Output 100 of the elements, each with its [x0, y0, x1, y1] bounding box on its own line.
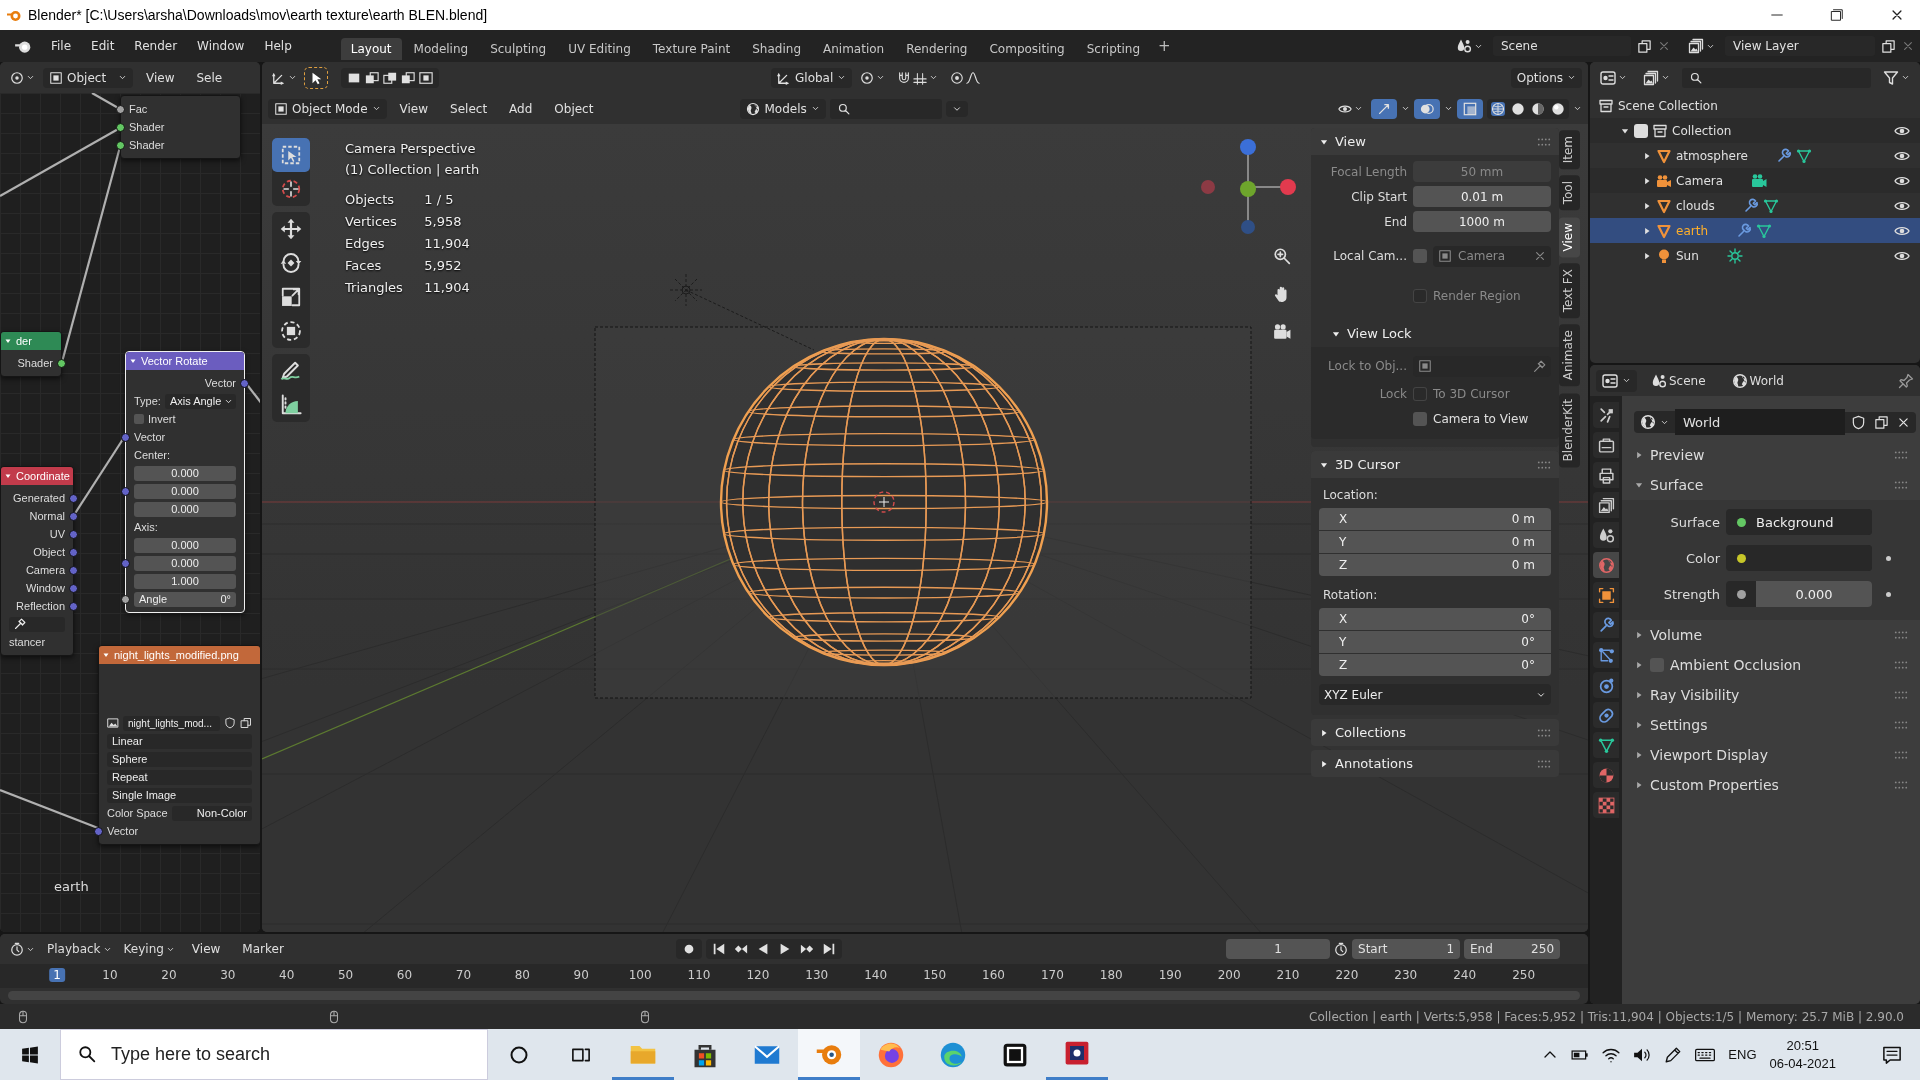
- number-field[interactable]: 0.000: [134, 537, 236, 553]
- panel-header[interactable]: Ray Visibility: [1626, 680, 1916, 710]
- frame-number[interactable]: 240: [1449, 968, 1481, 983]
- frame-number[interactable]: 220: [1331, 968, 1363, 983]
- panel-header[interactable]: Surface: [1626, 470, 1916, 500]
- panel-header[interactable]: Settings: [1626, 710, 1916, 740]
- breadcrumb-item[interactable]: World: [1749, 373, 1784, 388]
- workspace-tab[interactable]: Animation: [813, 38, 895, 60]
- dropdown[interactable]: XYZ Euler: [1319, 684, 1551, 705]
- number-field[interactable]: 1000 m: [1413, 211, 1551, 232]
- outliner-row[interactable]: Camera: [1590, 168, 1920, 193]
- sidebar-tab[interactable]: Item: [1559, 130, 1580, 170]
- breadcrumb-item[interactable]: Scene: [1669, 373, 1706, 388]
- menu-item[interactable]: File: [42, 36, 81, 56]
- outliner-row[interactable]: Sun: [1590, 243, 1920, 268]
- end-frame-field[interactable]: End 250: [1464, 939, 1560, 960]
- number-field[interactable]: Z 0°: [1319, 654, 1551, 676]
- frame-number[interactable]: 20: [157, 968, 181, 983]
- menu-item[interactable]: Window: [188, 36, 254, 56]
- panel-header[interactable]: Ambient Occlusion: [1626, 650, 1916, 680]
- menu-item[interactable]: Marker: [233, 939, 293, 960]
- panel-header[interactable]: View: [1311, 128, 1559, 155]
- number-field[interactable]: 0.01 m: [1413, 186, 1551, 207]
- number-field[interactable]: 0.000: [134, 555, 236, 571]
- menu-item[interactable]: Object: [545, 98, 603, 119]
- frame-number[interactable]: 200: [1213, 968, 1245, 983]
- number-field[interactable]: X 0°: [1319, 608, 1551, 630]
- menu-item[interactable]: Render: [125, 36, 187, 56]
- frame-number[interactable]: 40: [275, 968, 299, 983]
- menu-item[interactable]: Add: [500, 98, 542, 119]
- object-field[interactable]: Camera: [1433, 245, 1551, 267]
- frame-number[interactable]: 1: [49, 968, 65, 983]
- node-header[interactable]: night_lights_modified.png: [99, 646, 260, 664]
- mode-dropdown[interactable]: Object Mode: [268, 98, 387, 119]
- frame-number[interactable]: 140: [860, 968, 892, 983]
- dropdown[interactable]: Sphere: [107, 751, 252, 767]
- frame-number[interactable]: 50: [333, 968, 358, 983]
- workspace-tab[interactable]: Scripting: [1076, 38, 1151, 60]
- outliner-row[interactable]: earth: [1590, 218, 1920, 243]
- image-field[interactable]: night_lights_mod...: [123, 715, 220, 731]
- menu-item[interactable]: Edit: [82, 36, 124, 56]
- menu-item[interactable]: Help: [255, 36, 301, 56]
- frame-number[interactable]: 170: [1036, 968, 1068, 983]
- panel-header[interactable]: Volume: [1626, 620, 1916, 650]
- dropdown[interactable]: Axis Angle: [164, 393, 236, 409]
- number-field[interactable]: Y 0°: [1319, 631, 1551, 653]
- menu-item[interactable]: Sele: [187, 67, 232, 88]
- workspace-tab[interactable]: Sculpting: [480, 38, 557, 60]
- outliner-row[interactable]: Collection: [1590, 118, 1920, 143]
- view-layer-field[interactable]: View Layer: [1725, 36, 1875, 56]
- number-field[interactable]: 0.000: [134, 465, 236, 481]
- outliner-row[interactable]: atmosphere: [1590, 143, 1920, 168]
- sidebar-tab[interactable]: View: [1559, 216, 1580, 258]
- dropdown[interactable]: Single Image: [107, 787, 252, 803]
- menu-item[interactable]: View: [182, 939, 230, 960]
- search-field[interactable]: Type here to search: [60, 1029, 488, 1080]
- scene-field[interactable]: Scene: [1493, 36, 1631, 56]
- workspace-tab[interactable]: Rendering: [896, 38, 978, 60]
- filter-dropdown[interactable]: Models: [740, 98, 826, 119]
- sidebar-tab[interactable]: Animate: [1559, 324, 1580, 387]
- frame-number[interactable]: 60: [392, 968, 417, 983]
- outliner-row[interactable]: clouds: [1590, 193, 1920, 218]
- frame-number[interactable]: 30: [216, 968, 240, 983]
- node-header[interactable]: Coordinate: [1, 467, 73, 485]
- node-header[interactable]: der: [1, 332, 61, 350]
- shader-link-field[interactable]: Background: [1726, 509, 1872, 535]
- sidebar-tab[interactable]: BlenderKit: [1559, 392, 1580, 468]
- frame-number[interactable]: 110: [683, 968, 715, 983]
- frame-number[interactable]: 70: [451, 968, 476, 983]
- language-indicator[interactable]: ENG: [1728, 1047, 1757, 1062]
- dropdown[interactable]: Repeat: [107, 769, 252, 785]
- workspace-tab[interactable]: Compositing: [979, 38, 1075, 60]
- start-frame-field[interactable]: Start 1: [1352, 939, 1460, 960]
- panel-header[interactable]: Annotations: [1311, 750, 1559, 777]
- frame-number[interactable]: 210: [1272, 968, 1304, 983]
- outliner-row[interactable]: Scene Collection: [1590, 93, 1920, 118]
- panel-header[interactable]: Collections: [1311, 719, 1559, 746]
- frame-number[interactable]: 180: [1095, 968, 1127, 983]
- workspace-tab[interactable]: Layout: [340, 38, 402, 60]
- panel-header[interactable]: Viewport Display: [1626, 740, 1916, 770]
- subpanel-header[interactable]: View Lock: [1311, 320, 1559, 347]
- menu-dropdown[interactable]: Keying: [119, 939, 179, 960]
- orientation-dropdown[interactable]: Global: [771, 67, 853, 88]
- shader-type-dropdown[interactable]: Object: [43, 67, 133, 88]
- workspace-tab[interactable]: UV Editing: [558, 38, 641, 60]
- frame-number[interactable]: 160: [978, 968, 1009, 983]
- sidebar-tab[interactable]: Text FX: [1559, 263, 1580, 319]
- number-field[interactable]: X 0 m: [1319, 508, 1551, 530]
- dropdown[interactable]: Linear: [107, 733, 252, 749]
- menu-dropdown[interactable]: Playback: [43, 939, 116, 960]
- frame-number[interactable]: 250: [1508, 968, 1540, 983]
- menu-item[interactable]: Select: [441, 98, 497, 119]
- number-field[interactable]: 0.000: [1726, 581, 1872, 607]
- number-field[interactable]: Angle 0°: [134, 591, 236, 607]
- number-field[interactable]: 1.000: [134, 573, 236, 589]
- workspace-tab[interactable]: Modeling: [403, 38, 479, 60]
- frame-number[interactable]: 190: [1154, 968, 1186, 983]
- frame-number[interactable]: 230: [1390, 968, 1422, 983]
- number-field[interactable]: 0.000: [134, 501, 236, 517]
- number-field[interactable]: 0.000: [134, 483, 236, 499]
